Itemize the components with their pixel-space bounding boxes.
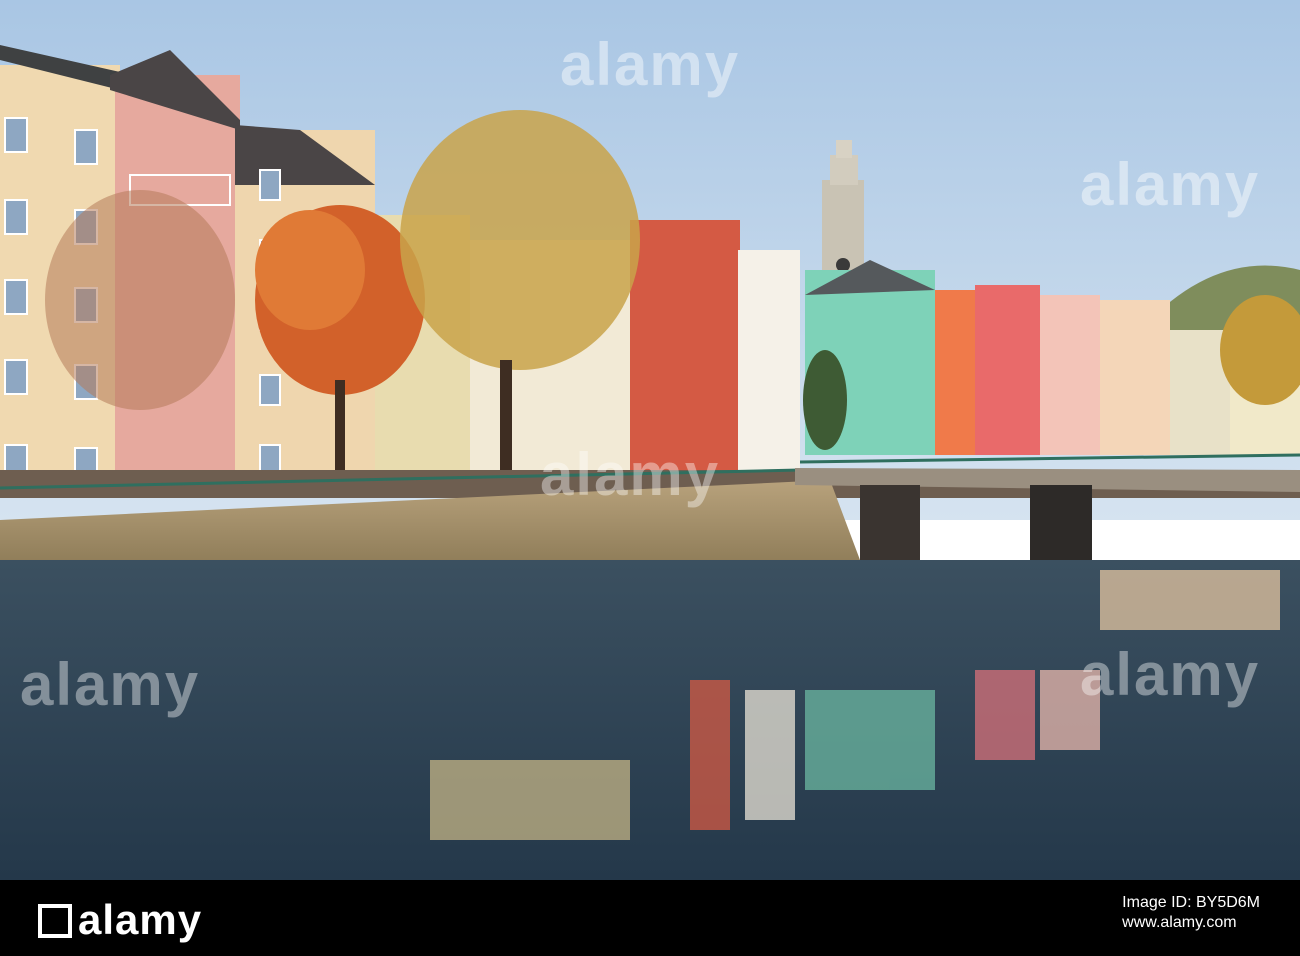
watermark-strip: alamy Image ID: BY5D6M www.alamy.com [0,880,1300,956]
site-url: www.alamy.com [1122,914,1237,931]
image-info: Image ID: BY5D6M www.alamy.com [1122,894,1260,932]
alamy-logo: alamy [38,896,202,944]
alamy-logo-box-icon [38,904,72,938]
photo: alamy alamy alamy alamy alamy [0,0,1300,880]
alamy-logo-text: alamy [78,896,203,943]
river-scene-illustration [0,0,1300,880]
image-id: Image ID: BY5D6M [1122,894,1260,911]
